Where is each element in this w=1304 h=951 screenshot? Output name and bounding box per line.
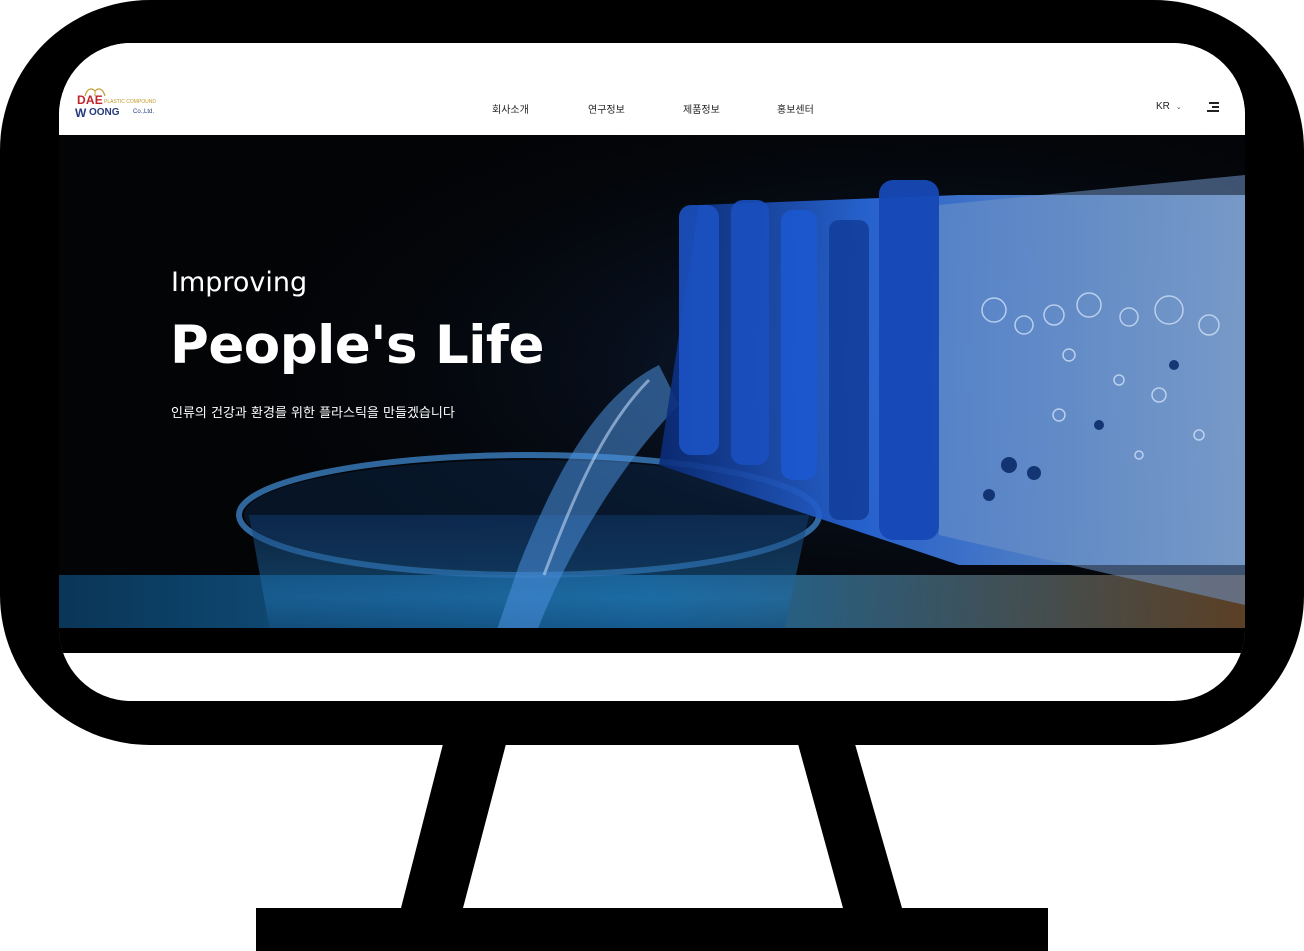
monitor-screen: DAE PLASTIC COMPOUND W OONG Co.,Ltd. 회사소…: [59, 43, 1245, 701]
hero-water-bottle-image: [59, 135, 1245, 653]
logo-text-dae: DAE: [77, 93, 103, 107]
logo-text-woong: OONG: [89, 107, 120, 118]
nav-item-products[interactable]: 제품정보: [683, 101, 720, 116]
monitor-frame-crossbar: [59, 628, 1245, 653]
chevron-down-icon: ⌄: [1175, 103, 1182, 111]
hero-title: People's Life: [170, 315, 544, 376]
nav-item-pr-center[interactable]: 홍보센터: [777, 101, 814, 116]
nav-item-research[interactable]: 연구정보: [588, 101, 625, 116]
logo-company-suffix: Co.,Ltd.: [133, 109, 155, 115]
hamburger-menu-icon[interactable]: [1207, 102, 1219, 112]
hero-subtitle: 인류의 건강과 환경를 위한 플라스틱을 만들겠습니다: [171, 406, 455, 421]
monitor-stand-base: [256, 908, 1048, 951]
logo-w-glyph: W: [75, 106, 87, 120]
language-selector[interactable]: KR ⌄: [1156, 101, 1182, 112]
language-label: KR: [1156, 101, 1170, 112]
logo-tagline: PLASTIC COMPOUND: [104, 99, 156, 105]
company-logo[interactable]: DAE PLASTIC COMPOUND W OONG Co.,Ltd.: [73, 85, 163, 125]
site-header: DAE PLASTIC COMPOUND W OONG Co.,Ltd. 회사소…: [59, 43, 1245, 135]
hero-kicker: Improving: [171, 267, 308, 298]
monitor-illustration: DAE PLASTIC COMPOUND W OONG Co.,Ltd. 회사소…: [0, 0, 1304, 951]
hero-banner: Improving People's Life 인류의 건강과 환경를 위한 플…: [59, 135, 1245, 653]
nav-item-company[interactable]: 회사소개: [492, 101, 529, 116]
